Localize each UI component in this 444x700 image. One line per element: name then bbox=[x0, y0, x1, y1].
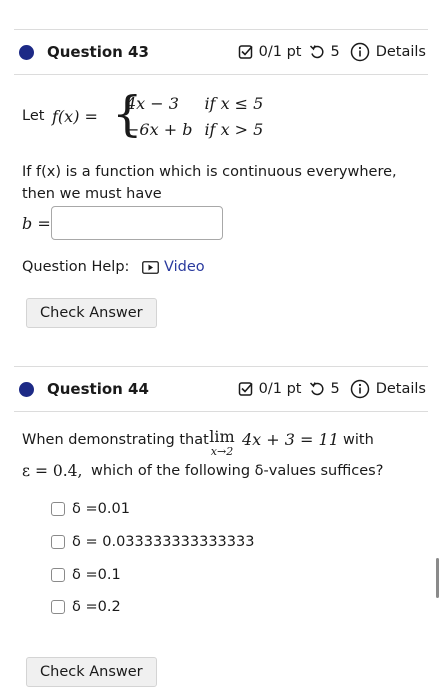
question-title: Question 44 bbox=[47, 380, 149, 398]
function-name: f(x) = bbox=[52, 107, 98, 126]
score: 0/1 pt bbox=[238, 381, 301, 397]
video-icon bbox=[142, 261, 159, 274]
checkbox[interactable] bbox=[51, 535, 65, 549]
attempts: 5 bbox=[309, 381, 340, 397]
score-checkbox-icon bbox=[238, 45, 253, 59]
case-row: −6x + b if x > 5 bbox=[126, 116, 275, 142]
question-44-header: Question 44 0/1 pt 5 Details bbox=[14, 366, 428, 412]
epsilon-value: ε = 0.4, bbox=[22, 462, 83, 480]
info-icon bbox=[350, 42, 369, 62]
answer-label: b = bbox=[22, 214, 51, 233]
scrollbar[interactable] bbox=[436, 558, 439, 598]
video-link[interactable]: Video bbox=[142, 257, 205, 278]
piecewise-cases: 4x − 3 if x ≤ 5 −6x + b if x > 5 bbox=[126, 90, 275, 142]
case-condition: if x ≤ 5 bbox=[204, 93, 264, 113]
score: 0/1 pt bbox=[238, 44, 301, 60]
retry-icon bbox=[310, 45, 325, 59]
option-label: δ =0.2 bbox=[72, 599, 121, 615]
checkbox[interactable] bbox=[51, 600, 65, 614]
option-label: δ = 0.033333333333333 bbox=[72, 534, 255, 550]
retry-icon bbox=[310, 382, 325, 396]
question-meta: 0/1 pt 5 Details bbox=[238, 379, 426, 399]
prompt-text: which of the following δ-values suffices… bbox=[91, 463, 384, 479]
let-text: Let bbox=[22, 108, 45, 124]
limit-subscript: x→2 bbox=[210, 445, 234, 458]
checkbox[interactable] bbox=[51, 502, 65, 516]
check-answer-button[interactable]: Check Answer bbox=[26, 298, 157, 328]
answer-input[interactable] bbox=[51, 206, 223, 240]
question-help-label: Question Help: bbox=[22, 259, 130, 275]
status-dot-icon bbox=[19, 44, 34, 60]
limit-word: lim bbox=[209, 427, 235, 446]
option-item[interactable]: δ =0.2 bbox=[51, 599, 121, 615]
limit-operator: lim x→2 bbox=[206, 428, 238, 458]
check-answer-button[interactable]: Check Answer bbox=[26, 657, 157, 687]
option-item[interactable]: δ =0.01 bbox=[51, 501, 130, 517]
prompt-line: If f(x) is a function which is continuou… bbox=[22, 164, 397, 180]
case-condition: if x > 5 bbox=[204, 119, 264, 139]
question-meta: 0/1 pt 5 Details bbox=[238, 42, 426, 62]
details-link[interactable]: Details bbox=[350, 42, 426, 62]
prompt-line: then we must have bbox=[22, 186, 162, 202]
info-icon bbox=[350, 379, 369, 399]
question-43-header: Question 43 0/1 pt 5 Details bbox=[14, 29, 428, 75]
case-expression: 4x − 3 bbox=[126, 93, 179, 113]
limit-expression: 4x + 3 = 11 bbox=[242, 430, 339, 449]
case-row: 4x − 3 if x ≤ 5 bbox=[126, 90, 275, 116]
option-item[interactable]: δ =0.1 bbox=[51, 567, 121, 583]
attempts: 5 bbox=[309, 44, 340, 60]
status-dot-icon bbox=[19, 381, 34, 397]
option-item[interactable]: δ = 0.033333333333333 bbox=[51, 534, 254, 550]
score-checkbox-icon bbox=[238, 382, 253, 396]
prompt-text: When demonstrating that bbox=[22, 432, 209, 448]
details-link[interactable]: Details bbox=[350, 379, 426, 399]
option-label: δ =0.01 bbox=[72, 501, 130, 517]
option-label: δ =0.1 bbox=[72, 567, 121, 583]
checkbox[interactable] bbox=[51, 568, 65, 582]
case-expression: −6x + b bbox=[126, 119, 193, 139]
prompt-text: with bbox=[343, 432, 374, 448]
question-title: Question 43 bbox=[47, 43, 149, 61]
